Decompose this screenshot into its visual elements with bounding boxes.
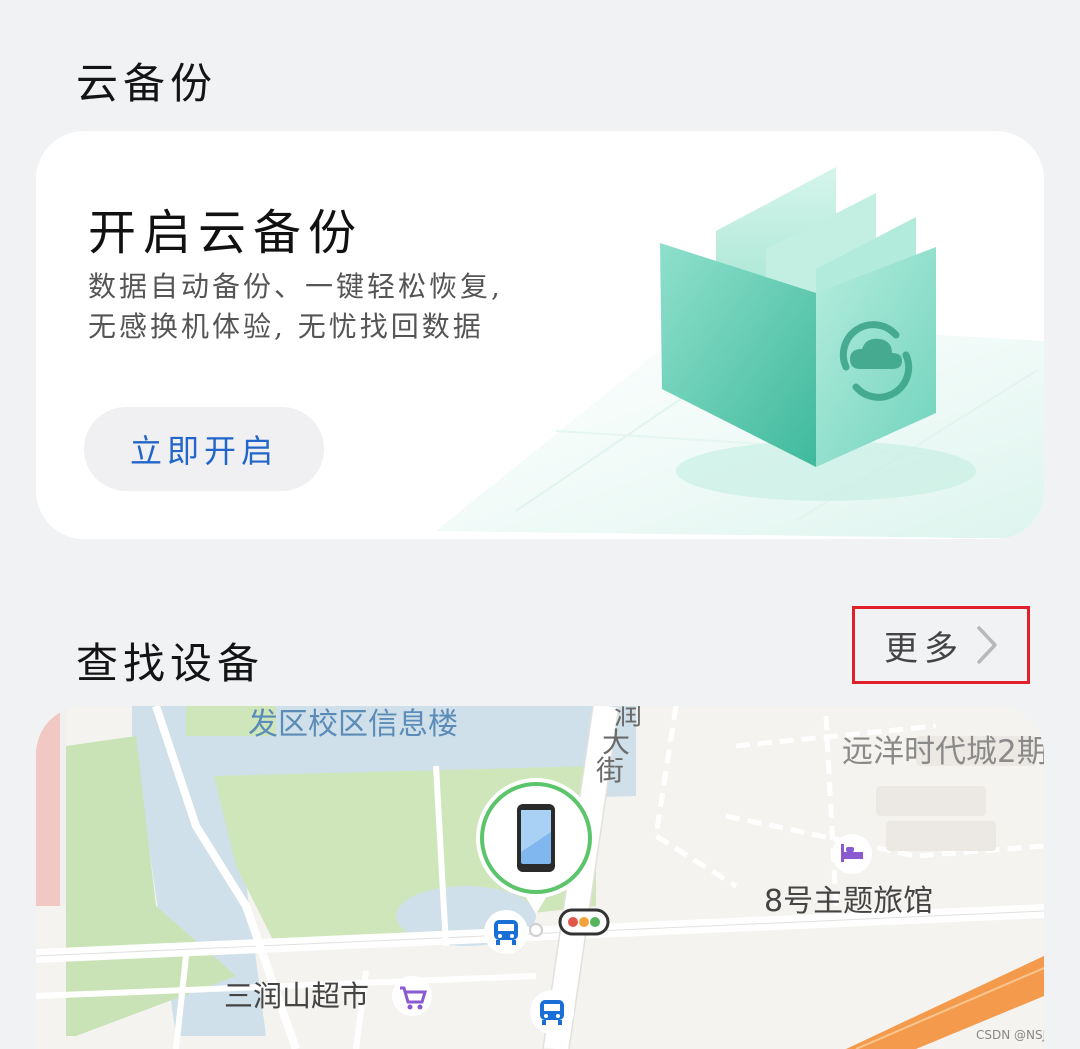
map-label-mall: 远洋时代城2期	[842, 734, 1044, 770]
description-line-1: 数据自动备份、一键轻松恢复,	[88, 270, 503, 303]
hotel-icon	[832, 834, 872, 874]
map-label-street-bottom: 街	[596, 754, 624, 787]
more-link[interactable]: 更多	[852, 606, 1030, 684]
description-line-2: 无感换机体验, 无忧找回数据	[88, 310, 484, 343]
shopping-cart-icon	[392, 976, 432, 1016]
find-device-section-title: 查找设备	[76, 639, 265, 688]
cloud-backup-description: 数据自动备份、一键轻松恢复, 无感换机体验, 无忧找回数据	[88, 267, 608, 347]
traffic-light-icon	[558, 908, 610, 936]
device-location-map[interactable]: 发区校区信息楼 润 大 街 远洋时代城2期 8号主题旅馆 三润山超市 CSDN …	[36, 706, 1044, 1049]
map-label-supermarket: 三润山超市	[224, 979, 369, 1013]
chevron-right-icon	[977, 626, 997, 664]
map-label-campus: 发区校区信息楼	[248, 707, 458, 742]
bus-stop-icon	[484, 910, 528, 954]
cloud-backup-section-title: 云备份	[76, 59, 218, 108]
enable-backup-button[interactable]: 立即开启	[84, 407, 324, 491]
map-label-hotel: 8号主题旅馆	[764, 884, 933, 919]
cloud-backup-card[interactable]: 开启云备份 数据自动备份、一键轻松恢复, 无感换机体验, 无忧找回数据 立即开启	[36, 131, 1044, 539]
more-label: 更多	[884, 628, 964, 669]
phone-icon	[517, 804, 555, 872]
cloud-backup-card-title: 开启云备份	[88, 205, 364, 261]
map-canvas: 发区校区信息楼 润 大 街 远洋时代城2期 8号主题旅馆 三润山超市 CSDN …	[36, 706, 1044, 1049]
watermark: CSDN @NSJim	[976, 1028, 1044, 1042]
bus-stop-icon	[530, 990, 574, 1034]
